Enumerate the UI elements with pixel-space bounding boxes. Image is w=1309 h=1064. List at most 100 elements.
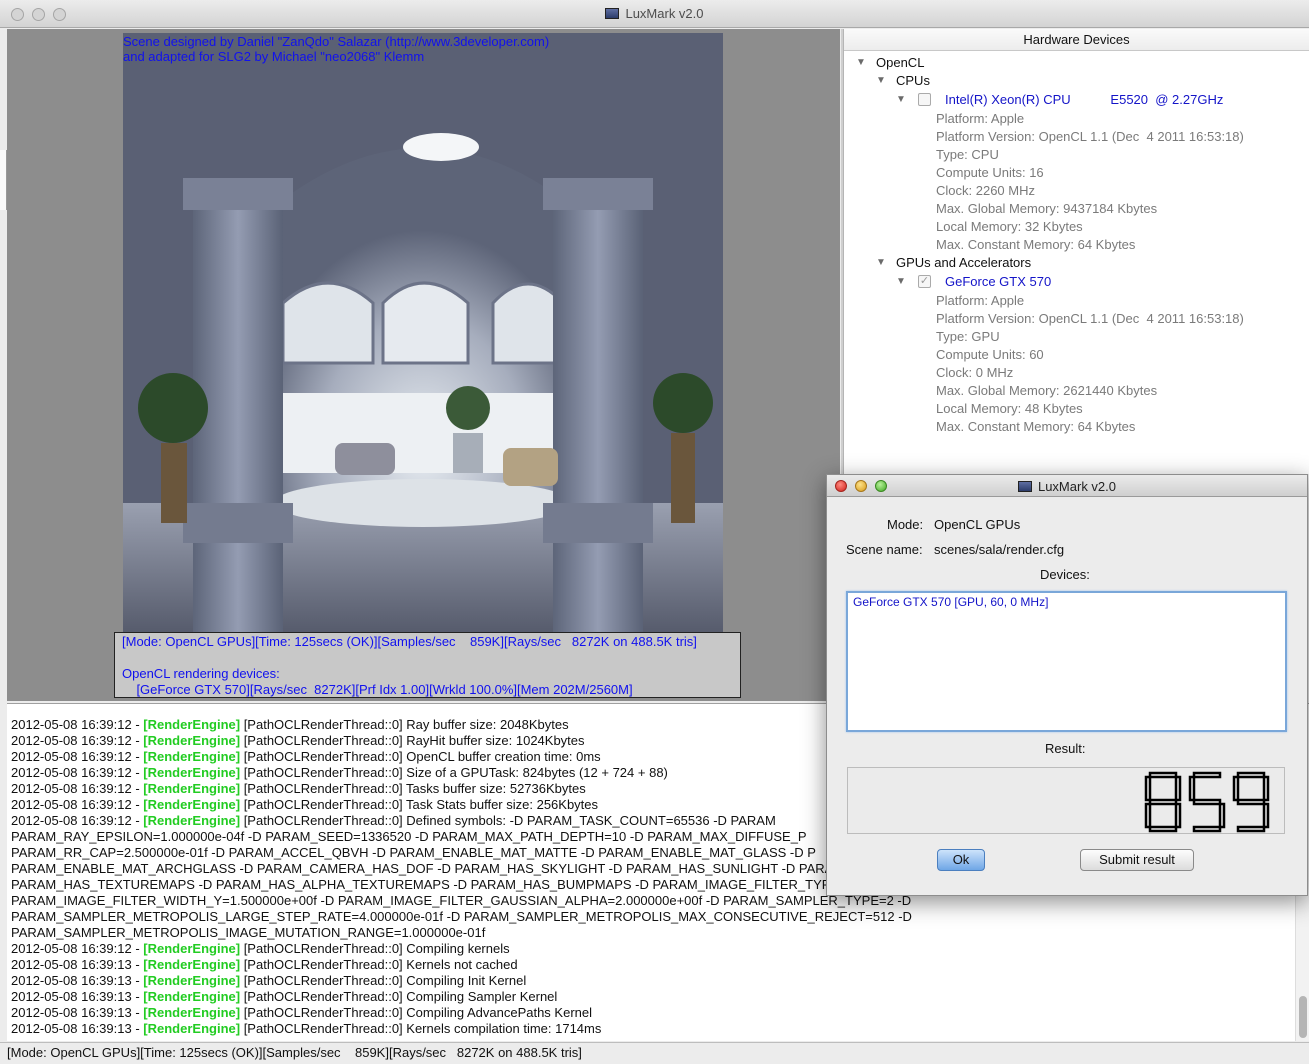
expand-triangle-icon[interactable]: ▼: [896, 95, 906, 105]
log-line: 2012-05-08 16:39:13 - [RenderEngine] [Pa…: [11, 957, 518, 973]
expand-triangle-icon[interactable]: ▼: [876, 76, 886, 86]
log-line-message: [PathOCLRenderThread::0] Compiling Advan…: [240, 1005, 592, 1020]
overlay-device-line: [GeForce GTX 570][Rays/sec 8272K][Prf Id…: [122, 682, 633, 697]
window-title: LuxMark v2.0: [625, 6, 704, 21]
log-line: 2012-05-08 16:39:13 - [RenderEngine] [Pa…: [11, 1021, 601, 1037]
log-line-tag: [RenderEngine]: [143, 797, 241, 812]
log-line-message: [PathOCLRenderThread::0] Tasks buffer si…: [240, 781, 586, 796]
log-line: 2012-05-08 16:39:13 - [RenderEngine] [Pa…: [11, 973, 526, 989]
lcd-segment: [1148, 825, 1178, 833]
gpu-prop-local-memory: Local Memory: 48 Kbytes: [936, 401, 1083, 416]
log-line-tag: [RenderEngine]: [143, 941, 241, 956]
devices-label: Devices:: [1040, 567, 1090, 582]
cpu-prop-clock: Clock: 2260 MHz: [936, 183, 1035, 198]
log-line-message: [PathOCLRenderThread::0] Kernels compila…: [240, 1021, 602, 1036]
title-bar[interactable]: LuxMark v2.0: [0, 0, 1309, 28]
overlay-devices-heading: OpenCL rendering devices:: [122, 666, 280, 681]
rendered-scene-image: [123, 33, 723, 633]
render-view: Scene designed by Daniel "ZanQdo" Salaza…: [7, 29, 840, 701]
hardware-devices-header: Hardware Devices: [844, 29, 1309, 51]
log-line-prefix: 2012-05-08 16:39:13 -: [11, 989, 144, 1004]
tree-node-gpus[interactable]: ▼ GPUs and Accelerators: [876, 254, 1031, 272]
hardware-devices-panel: Hardware Devices ▼ OpenCL ▼ CPUs ▼ Intel…: [843, 29, 1309, 474]
lcd-segment: [1192, 825, 1222, 833]
tree-node-cpu-device[interactable]: ▼ Intel(R) Xeon(R) CPU E5520 @ 2.27GHz: [896, 91, 1223, 109]
log-line-prefix: PARAM_ENABLE_MAT_ARCHGLASS -D PARAM_CAME…: [11, 861, 845, 876]
cpu-prop-platform: Platform: Apple: [936, 111, 1025, 126]
gpu-prop-platform: Platform: Apple: [936, 293, 1025, 308]
log-line: 2012-05-08 16:39:12 - [RenderEngine] [Pa…: [11, 765, 668, 781]
log-line: PARAM_SAMPLER_METROPOLIS_LARGE_STEP_RATE…: [11, 909, 912, 925]
result-lcd-display: 859: [847, 767, 1285, 834]
tree-node-gpu-device[interactable]: ▼ ✓ GeForce GTX 570: [896, 273, 1051, 291]
dialog-title-bar[interactable]: LuxMark v2.0: [827, 475, 1307, 497]
log-line-message: [PathOCLRenderThread::0] Kernels not cac…: [240, 957, 518, 972]
log-line-message: [PathOCLRenderThread::0] Size of a GPUTa…: [240, 765, 668, 780]
cpu-prop-compute-units: Compute Units: 16: [936, 165, 1044, 180]
log-line: 2012-05-08 16:39:12 - [RenderEngine] [Pa…: [11, 941, 510, 957]
log-line-prefix: 2012-05-08 16:39:13 -: [11, 973, 144, 988]
lcd-segment: [1236, 825, 1266, 833]
log-line-tag: [RenderEngine]: [143, 1021, 241, 1036]
expand-triangle-icon[interactable]: ▼: [856, 58, 866, 68]
cpu-device-checkbox[interactable]: [918, 93, 931, 106]
log-line-prefix: 2012-05-08 16:39:12 -: [11, 765, 144, 780]
log-line: 2012-05-08 16:39:12 - [RenderEngine] [Pa…: [11, 813, 776, 829]
lcd-segment: [1174, 775, 1182, 802]
log-line: PARAM_ENABLE_MAT_ARCHGLASS -D PARAM_CAME…: [11, 861, 844, 877]
result-label: Result:: [1045, 741, 1086, 756]
status-bar: [Mode: OpenCL GPUs][Time: 125secs (OK)][…: [0, 1042, 1309, 1064]
app-icon: [1017, 481, 1032, 492]
log-line-prefix: 2012-05-08 16:39:12 -: [11, 749, 144, 764]
log-line: PARAM_HAS_TEXTUREMAPS -D PARAM_HAS_ALPHA…: [11, 877, 854, 893]
log-line-prefix: PARAM_HAS_TEXTUREMAPS -D PARAM_HAS_ALPHA…: [11, 877, 854, 892]
log-line-prefix: 2012-05-08 16:39:13 -: [11, 1005, 144, 1020]
log-line-prefix: PARAM_RAY_EPSILON=1.000000e-04f -D PARAM…: [11, 829, 807, 844]
tree-node-cpus[interactable]: ▼ CPUs: [876, 72, 930, 90]
gpu-device-checkbox-checked[interactable]: ✓: [918, 275, 931, 288]
log-line: 2012-05-08 16:39:12 - [RenderEngine] [Pa…: [11, 717, 569, 733]
expand-triangle-icon[interactable]: ▼: [876, 258, 886, 268]
log-line-tag: [RenderEngine]: [143, 717, 241, 732]
log-line-prefix: 2012-05-08 16:39:12 -: [11, 941, 144, 956]
cpu-prop-type: Type: CPU: [936, 147, 999, 162]
log-line-tag: [RenderEngine]: [143, 781, 241, 796]
log-line-tag: [RenderEngine]: [143, 765, 241, 780]
gpu-prop-platform-version: Platform Version: OpenCL 1.1 (Dec 4 2011…: [936, 311, 1244, 326]
gpu-prop-clock: Clock: 0 MHz: [936, 365, 1014, 380]
log-line-prefix: PARAM_SAMPLER_METROPOLIS_IMAGE_MUTATION_…: [11, 925, 486, 940]
log-line: 2012-05-08 16:39:12 - [RenderEngine] [Pa…: [11, 749, 601, 765]
log-line-prefix: 2012-05-08 16:39:13 -: [11, 1021, 144, 1036]
scene-name-value: scenes/sala/render.cfg: [934, 542, 1065, 557]
cpu-prop-platform-version: Platform Version: OpenCL 1.1 (Dec 4 2011…: [936, 129, 1244, 144]
log-line-message: [PathOCLRenderThread::0] RayHit buffer s…: [240, 733, 585, 748]
log-line-message: [PathOCLRenderThread::0] OpenCL buffer c…: [240, 749, 601, 764]
gpu-prop-global-memory: Max. Global Memory: 2621440 Kbytes: [936, 383, 1158, 398]
submit-result-button[interactable]: Submit result: [1080, 849, 1194, 871]
result-dialog: LuxMark v2.0 Mode: OpenCL GPUs Scene nam…: [826, 474, 1308, 896]
log-line: PARAM_RAY_EPSILON=1.000000e-04f -D PARAM…: [11, 829, 807, 845]
log-line-prefix: 2012-05-08 16:39:12 -: [11, 733, 144, 748]
log-line: PARAM_RR_CAP=2.500000e-01f -D PARAM_ACCE…: [11, 845, 816, 861]
log-line-tag: [RenderEngine]: [143, 957, 241, 972]
log-line-prefix: PARAM_SAMPLER_METROPOLIS_LARGE_STEP_RATE…: [11, 909, 912, 924]
devices-list[interactable]: GeForce GTX 570 [GPU, 60, 0 MHz]: [846, 591, 1287, 732]
scene-credit: Scene designed by Daniel "ZanQdo" Salaza…: [123, 34, 549, 64]
log-line-prefix: 2012-05-08 16:39:12 -: [11, 797, 144, 812]
scene-name-label: Scene name:: [846, 542, 923, 557]
gpu-prop-constant-memory: Max. Constant Memory: 64 Kbytes: [936, 419, 1136, 434]
lcd-segment: [1236, 798, 1266, 806]
log-line: 2012-05-08 16:39:13 - [RenderEngine] [Pa…: [11, 1005, 592, 1021]
lcd-segment: [1262, 802, 1270, 829]
log-scrollbar-thumb[interactable]: [1299, 996, 1307, 1038]
mode-value: OpenCL GPUs: [934, 517, 1021, 532]
lcd-segment: [1174, 802, 1182, 829]
ok-button[interactable]: Ok: [937, 849, 985, 871]
expand-triangle-icon[interactable]: ▼: [896, 277, 906, 287]
log-line: 2012-05-08 16:39:12 - [RenderEngine] [Pa…: [11, 733, 585, 749]
lcd-segment: [1144, 775, 1152, 802]
tree-node-opencl[interactable]: ▼ OpenCL: [856, 54, 924, 72]
lcd-segment: [1192, 771, 1222, 779]
log-line-prefix: PARAM_RR_CAP=2.500000e-01f -D PARAM_ACCE…: [11, 845, 816, 860]
lcd-segment: [1218, 802, 1226, 829]
